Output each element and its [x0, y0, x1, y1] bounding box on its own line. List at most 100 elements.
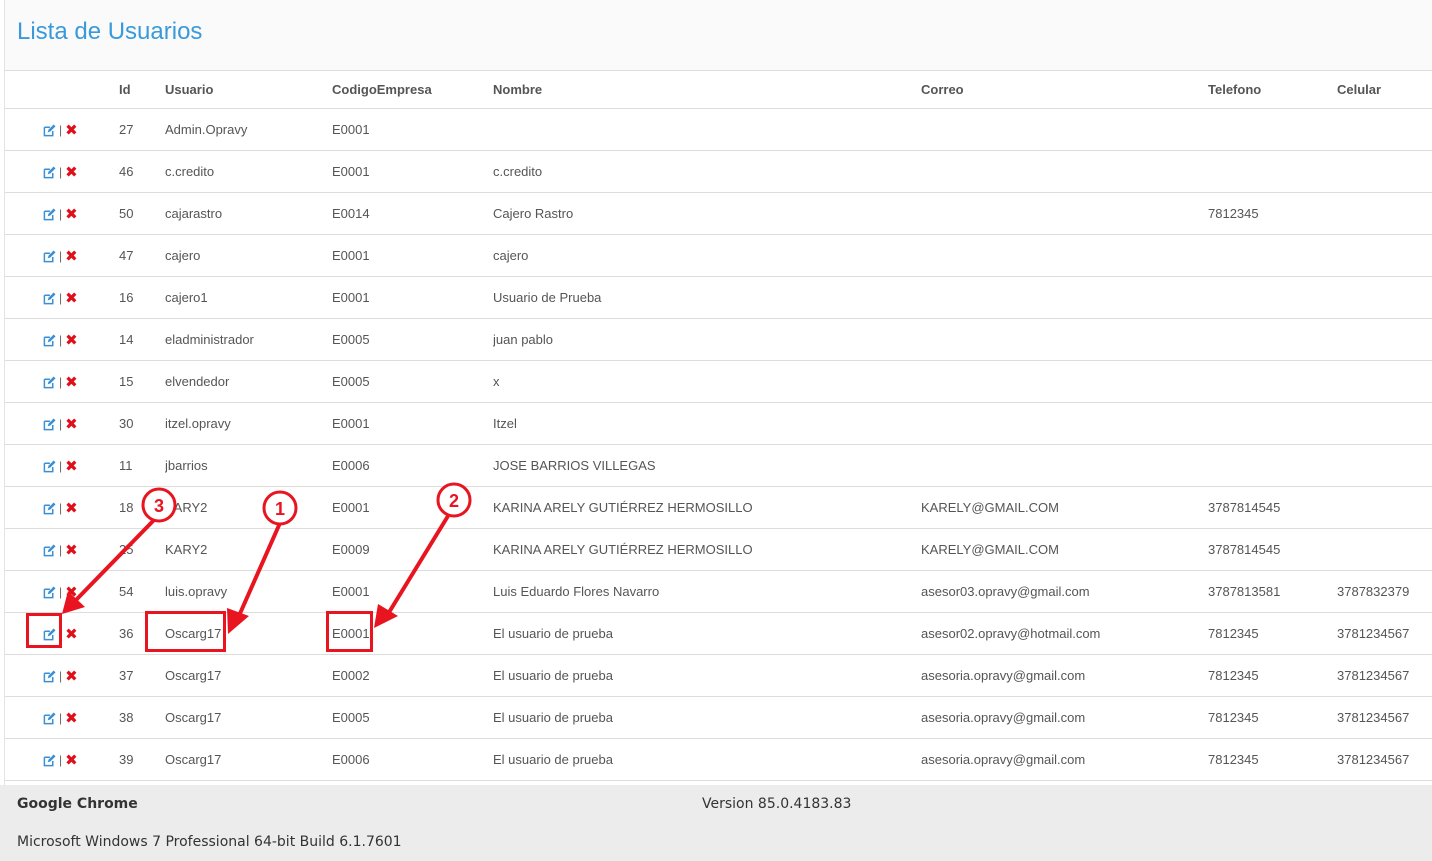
cell-codigo-empresa: E0002: [332, 654, 493, 697]
edit-icon[interactable]: [43, 586, 56, 599]
cell-codigo-empresa: E0009: [332, 528, 493, 571]
cell-correo: [921, 402, 1208, 445]
delete-icon[interactable]: ✖: [65, 417, 78, 432]
header-codigo-empresa[interactable]: CodigoEmpresa: [332, 71, 493, 109]
edit-icon[interactable]: [43, 712, 56, 725]
header-celular[interactable]: Celular: [1337, 71, 1432, 109]
cell-correo: KARELY@GMAIL.COM: [921, 486, 1208, 529]
cell-telefono: 3787814545: [1208, 528, 1337, 571]
delete-icon[interactable]: ✖: [65, 165, 78, 180]
cell-usuario: luis.opravy: [165, 570, 332, 613]
cell-telefono: 3787813581: [1208, 570, 1337, 613]
cell-nombre: El usuario de prueba: [493, 738, 921, 781]
delete-icon[interactable]: ✖: [65, 375, 78, 390]
action-separator: |: [59, 585, 63, 600]
delete-icon[interactable]: ✖: [65, 291, 78, 306]
panel-heading: Lista de Usuarios: [5, 0, 1432, 71]
cell-celular: [1337, 192, 1432, 235]
action-separator: |: [59, 165, 63, 180]
row-actions: | ✖: [5, 654, 119, 697]
cell-celular: 3787832379: [1337, 570, 1432, 613]
edit-icon[interactable]: [43, 208, 56, 221]
cell-nombre: El usuario de prueba: [493, 612, 921, 655]
delete-icon[interactable]: ✖: [65, 711, 78, 726]
edit-icon[interactable]: [43, 754, 56, 767]
header-correo[interactable]: Correo: [921, 71, 1208, 109]
cell-correo: asesoria.opravy@gmail.com: [921, 654, 1208, 697]
delete-icon[interactable]: ✖: [65, 123, 78, 138]
cell-correo: [921, 192, 1208, 235]
table-body: | ✖ 27 Admin.Opravy E0001 | ✖ 46 c.credito E0001 c…: [5, 108, 1432, 781]
action-separator: |: [59, 249, 63, 264]
cell-telefono: [1208, 402, 1337, 445]
cell-celular: 3781234567: [1337, 696, 1432, 739]
edit-icon[interactable]: [43, 292, 56, 305]
cell-id: 38: [119, 696, 165, 739]
cell-id: 54: [119, 570, 165, 613]
table-row: | ✖ 36 Oscarg17 E0001 El usuario de prueba ase…: [5, 612, 1432, 655]
table-row: | ✖ 50 cajarastro E0014 Cajero Rastro 7812345: [5, 192, 1432, 235]
cell-codigo-empresa: E0001: [332, 486, 493, 529]
delete-icon[interactable]: ✖: [65, 459, 78, 474]
edit-icon[interactable]: [43, 250, 56, 263]
cell-codigo-empresa: E0001: [332, 402, 493, 445]
cell-celular: [1337, 276, 1432, 319]
delete-icon[interactable]: ✖: [65, 333, 78, 348]
cell-correo: asesor02.opravy@hotmail.com: [921, 612, 1208, 655]
cell-usuario: jbarrios: [165, 444, 332, 487]
delete-icon[interactable]: ✖: [65, 207, 78, 222]
table-row: | ✖ 11 jbarrios E0006 JOSE BARRIOS VILLEGAS: [5, 444, 1432, 487]
cell-id: 39: [119, 738, 165, 781]
edit-icon[interactable]: [43, 460, 56, 473]
delete-icon[interactable]: ✖: [65, 501, 78, 516]
cell-usuario: Oscarg17: [165, 654, 332, 697]
table-row: | ✖ 39 Oscarg17 E0006 El usuario de prueba ase…: [5, 738, 1432, 781]
edit-icon[interactable]: [43, 166, 56, 179]
cell-nombre: JOSE BARRIOS VILLEGAS: [493, 444, 921, 487]
cell-celular: [1337, 444, 1432, 487]
header-usuario[interactable]: Usuario: [165, 71, 332, 109]
header-id[interactable]: Id: [119, 71, 165, 109]
cell-codigo-empresa: E0001: [332, 108, 493, 151]
delete-icon[interactable]: ✖: [65, 585, 78, 600]
delete-icon[interactable]: ✖: [65, 249, 78, 264]
delete-icon[interactable]: ✖: [65, 753, 78, 768]
cell-telefono: [1208, 444, 1337, 487]
cell-telefono: 7812345: [1208, 738, 1337, 781]
cell-id: 15: [119, 360, 165, 403]
edit-icon[interactable]: [43, 124, 56, 137]
cell-telefono: 7812345: [1208, 192, 1337, 235]
header-nombre[interactable]: Nombre: [493, 71, 921, 109]
table-row: | ✖ 37 Oscarg17 E0002 El usuario de prueba ase…: [5, 654, 1432, 697]
row-actions: | ✖: [5, 276, 119, 319]
cell-usuario: Admin.Opravy: [165, 108, 332, 151]
edit-icon[interactable]: [43, 334, 56, 347]
cell-id: 46: [119, 150, 165, 193]
delete-icon[interactable]: ✖: [65, 627, 78, 642]
delete-icon[interactable]: ✖: [65, 543, 78, 558]
cell-nombre: [493, 108, 921, 151]
action-separator: |: [59, 333, 63, 348]
edit-icon[interactable]: [43, 376, 56, 389]
cell-codigo-empresa: E0006: [332, 444, 493, 487]
browser-name: Google Chrome: [17, 796, 138, 812]
header-telefono[interactable]: Telefono: [1208, 71, 1337, 109]
os-info: Microsoft Windows 7 Professional 64-bit …: [17, 834, 402, 850]
cell-telefono: [1208, 234, 1337, 277]
cell-nombre: c.credito: [493, 150, 921, 193]
table-row: | ✖ 46 c.credito E0001 c.credito: [5, 150, 1432, 193]
cell-codigo-empresa: E0001: [332, 234, 493, 277]
action-separator: |: [59, 753, 63, 768]
table-row: | ✖ 38 Oscarg17 E0005 El usuario de prueba ase…: [5, 696, 1432, 739]
edit-icon[interactable]: [43, 502, 56, 515]
cell-id: 27: [119, 108, 165, 151]
edit-icon[interactable]: [43, 670, 56, 683]
delete-icon[interactable]: ✖: [65, 669, 78, 684]
edit-icon[interactable]: [43, 628, 56, 641]
edit-icon[interactable]: [43, 544, 56, 557]
edit-icon[interactable]: [43, 418, 56, 431]
cell-codigo-empresa: E0005: [332, 360, 493, 403]
table-row: | ✖ 14 eladministrador E0005 juan pablo: [5, 318, 1432, 361]
cell-id: 30: [119, 402, 165, 445]
cell-telefono: [1208, 276, 1337, 319]
